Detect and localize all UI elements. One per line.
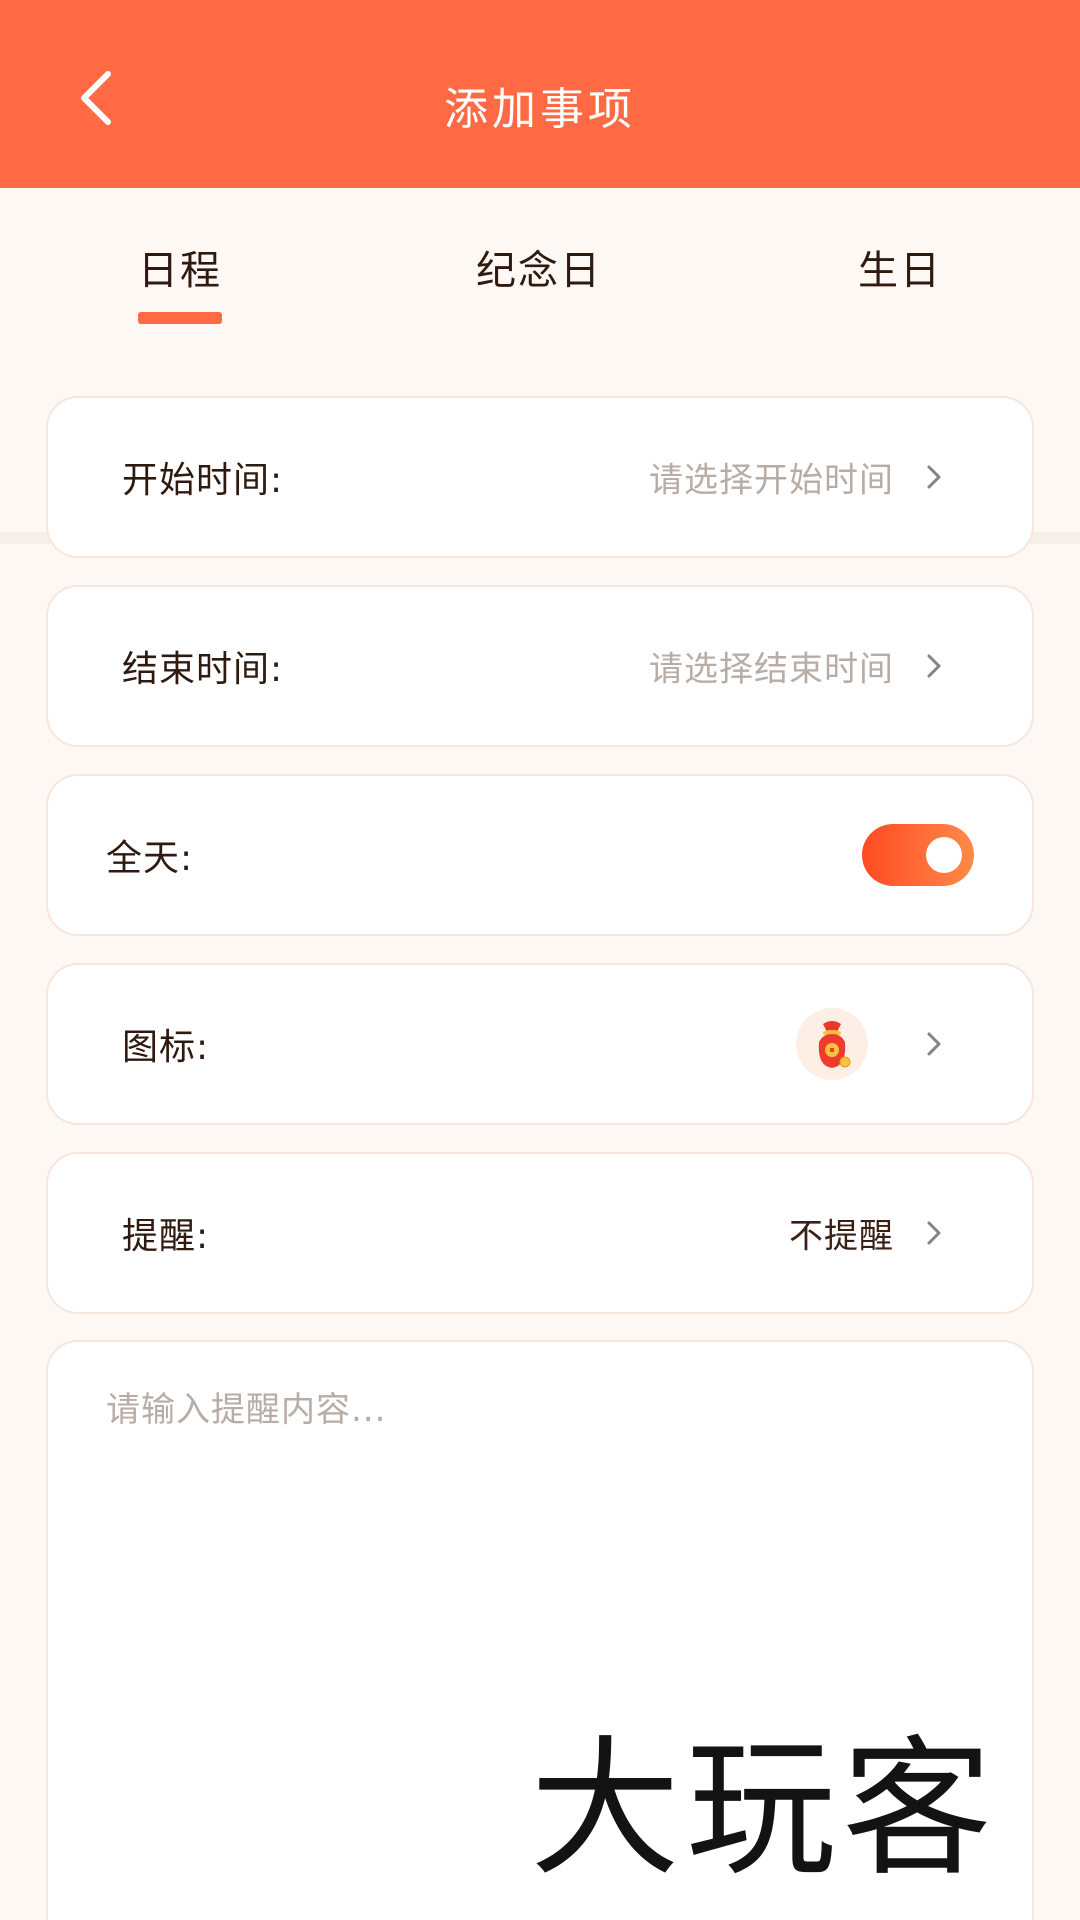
start-time-label: 开始时间:	[122, 460, 284, 501]
reminder-value: 不提醒	[789, 1216, 894, 1257]
all-day-toggle[interactable]	[862, 824, 974, 886]
reminder-row[interactable]: 提醒: 不提醒	[46, 1152, 1034, 1314]
start-time-placeholder: 请选择开始时间	[649, 460, 894, 501]
chevron-right-icon	[927, 654, 941, 678]
toggle-knob	[926, 837, 962, 873]
all-day-label: 全天:	[106, 838, 194, 879]
tab-anniversary[interactable]: 纪念日	[464, 236, 614, 306]
selected-icon-preview	[796, 1008, 868, 1080]
tab-schedule[interactable]: 日程	[120, 236, 240, 306]
chevron-right-icon	[927, 1221, 941, 1245]
chevron-right-icon	[927, 465, 941, 489]
end-time-label: 结束时间:	[122, 649, 284, 690]
icon-label: 图标:	[122, 1027, 210, 1068]
add-item-page: 添加事项 日程 纪念日 生日 开始时间: 请选择开始时间 结束时间: 请选择结束…	[0, 0, 1080, 1920]
page-title: 添加事项	[444, 84, 636, 135]
icon-row[interactable]: 图标:	[46, 963, 1034, 1125]
end-time-row[interactable]: 结束时间: 请选择结束时间	[46, 585, 1034, 747]
red-money-bag-icon	[818, 1021, 851, 1068]
app-header: 添加事项	[0, 0, 1080, 188]
chevron-right-icon	[927, 1032, 941, 1056]
active-tab-indicator	[138, 312, 222, 324]
start-time-row[interactable]: 开始时间: 请选择开始时间	[46, 396, 1034, 558]
watermark: 大玩客	[530, 1723, 999, 1897]
tab-bar: 日程 纪念日 生日	[0, 188, 1080, 544]
all-day-row: 全天:	[46, 774, 1034, 936]
end-time-placeholder: 请选择结束时间	[649, 649, 894, 690]
tab-birthday[interactable]: 生日	[840, 236, 960, 306]
reminder-label: 提醒:	[122, 1216, 210, 1257]
